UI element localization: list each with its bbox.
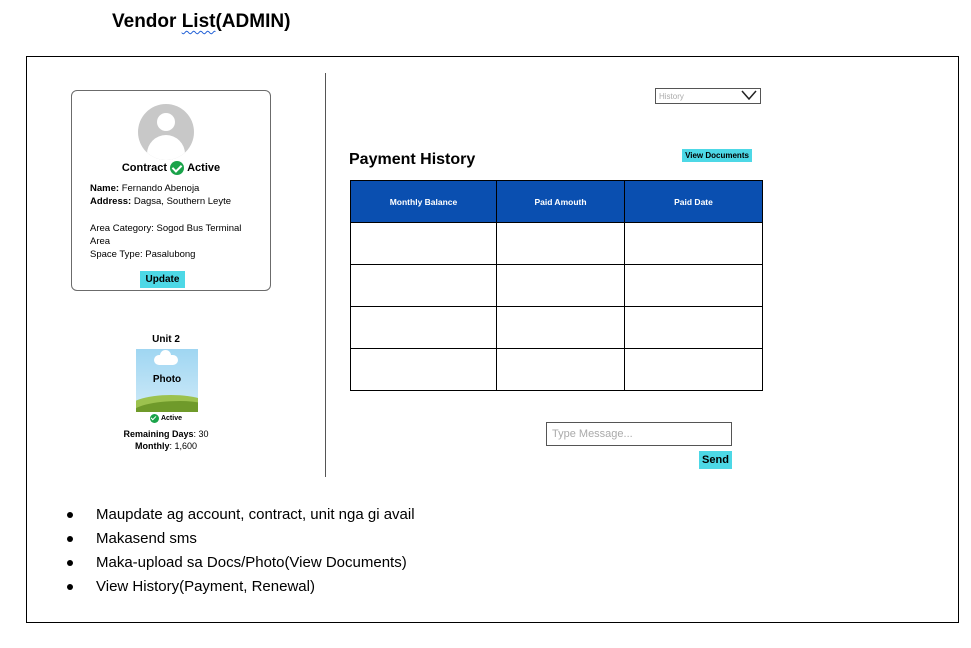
page-title: Vendor List(ADMIN): [112, 11, 291, 32]
cloud-icon: [154, 350, 178, 365]
monthly-amount: Monthly: 1,600: [134, 441, 198, 451]
table-row: [350, 222, 763, 265]
table-row: [350, 264, 763, 307]
table-cell: [350, 264, 497, 307]
unit-photo[interactable]: Photo: [136, 349, 198, 412]
table-cell: [624, 264, 763, 307]
payment-history-title: Payment History: [349, 151, 476, 168]
table-header-row: Monthly Balance Paid Amouth Paid Date: [350, 180, 763, 223]
vendor-address: Address: Dagsa, Southern Leyte: [90, 196, 232, 207]
check-circle-icon: [170, 161, 185, 175]
photo-label: Photo: [152, 374, 182, 385]
payment-history-table: Monthly Balance Paid Amouth Paid Date: [350, 180, 763, 391]
contract-label: Contract: [121, 162, 168, 174]
table-cell: [496, 222, 625, 265]
list-item: View History(Payment, Renewal): [66, 576, 415, 600]
panel-divider: [325, 73, 326, 477]
chevron-down-icon: [741, 90, 757, 100]
vendor-name: Name: Fernando Abenoja: [90, 183, 200, 194]
table-cell: [624, 348, 763, 391]
view-documents-button[interactable]: View Documents: [682, 149, 752, 162]
check-circle-icon: [149, 414, 159, 423]
table-cell: [350, 222, 497, 265]
contract-status-row: Contract Active: [71, 161, 271, 175]
column-header: Paid Date: [624, 180, 763, 223]
avatar-icon: [138, 104, 194, 160]
unit-title: Unit 2: [152, 334, 180, 345]
list-item: Makasend sms: [66, 528, 415, 552]
space-type: Space Type: Pasalubong: [90, 249, 196, 260]
message-input[interactable]: Type Message...: [546, 422, 732, 446]
table-row: [350, 348, 763, 391]
list-item: Maupdate ag account, contract, unit nga …: [66, 504, 415, 528]
column-header: Monthly Balance: [350, 180, 497, 223]
area-category: Area Category: Sogod Bus Terminal Area: [90, 223, 242, 247]
update-button[interactable]: Update: [140, 271, 185, 288]
table-cell: [350, 306, 497, 349]
table-cell: [624, 222, 763, 265]
table-cell: [350, 348, 497, 391]
table-cell: [496, 264, 625, 307]
column-header: Paid Amouth: [496, 180, 625, 223]
requirements-list: Maupdate ag account, contract, unit nga …: [66, 504, 415, 600]
table-cell: [496, 306, 625, 349]
remaining-days: Remaining Days: 30: [123, 429, 209, 439]
list-item: Maka-upload sa Docs/Photo(View Documents…: [66, 552, 415, 576]
table-cell: [496, 348, 625, 391]
history-dropdown[interactable]: History: [655, 88, 761, 104]
table-row: [350, 306, 763, 349]
table-cell: [624, 306, 763, 349]
contract-status: Active: [187, 162, 221, 174]
unit-status-badge: Active: [126, 414, 206, 423]
send-button[interactable]: Send: [699, 451, 732, 469]
